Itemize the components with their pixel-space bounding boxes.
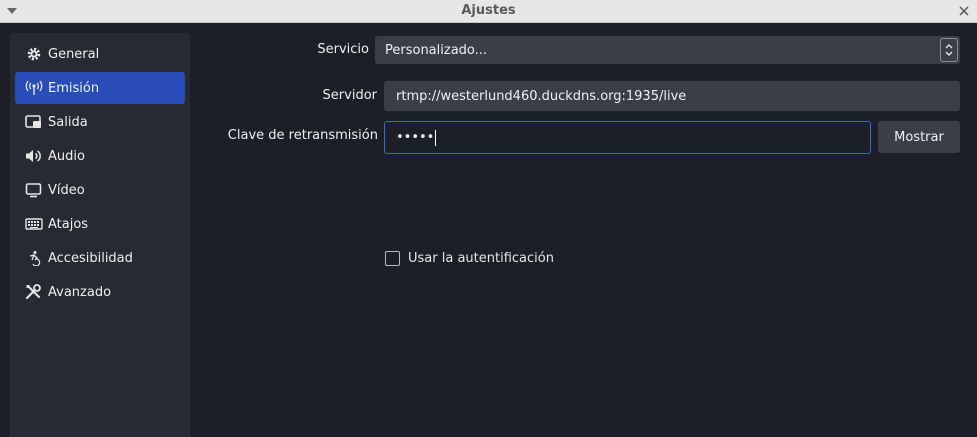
sidebar-item-label: Audio [48,148,85,164]
sidebar-item-accessibility[interactable]: Accesibilidad [15,242,185,274]
sidebar-item-video[interactable]: Vídeo [15,174,185,206]
sidebar-item-label: Atajos [48,216,89,232]
sidebar-item-label: Salida [48,114,88,130]
accessibility-icon [23,249,45,267]
stream-key-input[interactable]: ••••• [384,121,871,154]
keyboard-icon [23,215,45,233]
sidebar-item-label: Accesibilidad [48,250,133,266]
sidebar-item-label: Vídeo [48,182,85,198]
window-title: Ajustes [461,3,516,18]
use-auth-label: Usar la autentificación [408,250,554,266]
settings-sidebar: General Emisión Salida Audio Vídeo Atajo… [10,33,190,437]
output-icon [23,113,45,131]
service-label: Servicio [317,42,369,57]
tools-icon [23,283,45,301]
sidebar-item-label: Avanzado [48,284,112,300]
use-auth-row[interactable]: Usar la autentificación [385,248,554,268]
server-value: rtmp://westerlund460.duckdns.org:1935/li… [396,88,687,104]
service-select[interactable]: Personalizado... [375,36,960,64]
close-icon[interactable] [955,2,973,20]
sidebar-item-hotkeys[interactable]: Atajos [15,208,185,240]
stream-key-label: Clave de retransmisión [227,128,378,143]
show-key-button[interactable]: Mostrar [878,121,960,153]
speaker-icon [23,147,45,165]
sidebar-item-label: Emisión [48,80,100,96]
sidebar-item-general[interactable]: General [15,38,185,70]
sidebar-item-audio[interactable]: Audio [15,140,185,172]
server-input[interactable]: rtmp://westerlund460.duckdns.org:1935/li… [384,81,960,111]
gear-icon [23,45,45,63]
title-bar: Ajustes [0,0,977,23]
use-auth-checkbox[interactable] [385,250,400,266]
monitor-icon [23,181,45,199]
service-value: Personalizado... [385,42,488,58]
stream-key-value: ••••• [396,130,435,145]
sidebar-item-output[interactable]: Salida [15,106,185,138]
sidebar-item-advanced[interactable]: Avanzado [15,276,185,308]
sidebar-item-label: General [48,46,100,62]
updown-chevron-icon[interactable] [940,38,958,62]
sidebar-item-stream[interactable]: Emisión [15,72,185,104]
server-label: Servidor [322,88,377,103]
broadcast-icon [23,79,45,97]
text-caret [435,129,437,146]
